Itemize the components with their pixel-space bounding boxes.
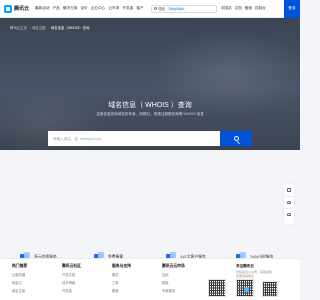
nav-item-docs[interactable]: 文档 <box>235 6 242 11</box>
hero-banner: 腾讯云主页 › 域名注册 › 域名信息（WHOIS）查询 域名信息（ WHOIS… <box>0 18 300 150</box>
nav-item-pricing[interactable]: 定价 <box>81 6 88 11</box>
page-subtitle: 注册信息查询域名所有者、到期日、资源注册服务商等 WHOIS 信息 <box>96 112 204 116</box>
nav-item-solutions[interactable]: 解决方案 <box>63 6 77 11</box>
breadcrumb-home[interactable]: 腾讯云主页 <box>10 25 27 30</box>
domain-input[interactable] <box>48 131 220 146</box>
nav-item-enterprise[interactable]: 企业中心 <box>91 6 105 11</box>
footer-column-head: 服务与支持 <box>112 264 131 268</box>
arrow-up-icon <box>287 213 291 216</box>
nav-item-activities[interactable]: 最新活动 <box>35 6 49 11</box>
search-hint-tag[interactable]: DeepSeek <box>168 6 185 11</box>
back-to-top-button[interactable] <box>284 208 294 220</box>
nav-item-developers[interactable]: 开发者 <box>122 6 133 11</box>
breadcrumb-domain[interactable]: 域名注册 <box>32 25 46 30</box>
footer-column-head: 热门推荐 <box>12 264 28 268</box>
qr-title: 关注腾讯云 <box>236 264 254 268</box>
floating-toolbar <box>284 184 294 224</box>
page-title: 域名信息（ WHOIS ）查询 <box>108 102 192 109</box>
footer-link[interactable]: 技术博客 <box>62 280 81 285</box>
logo[interactable]: 腾讯云 <box>4 4 30 13</box>
nav-item-region[interactable]: 中国站 <box>221 6 232 11</box>
footer-link[interactable]: 域名注册 <box>12 288 27 293</box>
nav-item-beian[interactable]: 备案 <box>245 6 252 11</box>
breadcrumb-separator-icon: › <box>28 25 31 30</box>
search-icon <box>233 136 239 141</box>
headset-icon <box>287 201 291 204</box>
feedback-button[interactable] <box>284 196 294 208</box>
nav-item-console[interactable]: 控制台 <box>255 6 266 11</box>
footer-link[interactable]: 应用 <box>162 272 185 277</box>
top-nav: 腾讯云 最新活动 产品 解决方案 定价 企业中心 云市场 开发者 客户 搜索 D… <box>0 0 300 18</box>
footer-column: 热门推荐 云服务器 轻量云 域名注册 <box>12 264 27 296</box>
qr-logo-icon <box>243 286 249 292</box>
qr-description-2: 优惠活动信息 <box>236 274 255 278</box>
footer-link[interactable]: 工单 <box>112 280 131 285</box>
footer-link[interactable]: 专家服务 <box>162 288 185 293</box>
logo-text: 腾讯云 <box>14 6 30 12</box>
footer-link[interactable]: 备案 <box>112 288 131 293</box>
chat-icon <box>287 188 291 192</box>
footer-link[interactable]: 开发者 <box>62 288 81 293</box>
qr-code-icon <box>262 281 278 297</box>
nav-item-marketplace[interactable]: 云市场 <box>108 6 119 11</box>
whois-query-bar <box>48 131 252 146</box>
nav-item-products[interactable]: 产品 <box>53 6 60 11</box>
footer-column-head: 腾讯云社区 <box>62 264 81 268</box>
site-search[interactable]: 搜索 DeepSeek <box>150 4 217 13</box>
main-nav: 最新活动 产品 解决方案 定价 企业中心 云市场 开发者 客户 <box>35 6 147 11</box>
footer: 热门推荐 云服务器 轻量云 域名注册 腾讯云社区 产品文档 技术博客 开发者 服… <box>0 258 300 300</box>
qr-code-icon <box>208 279 226 297</box>
breadcrumb: 腾讯云主页 › 域名注册 › 域名信息（WHOIS）查询 <box>10 25 90 31</box>
footer-column-head: 腾讯云云市场 <box>162 264 185 268</box>
footer-link[interactable]: 产品文档 <box>62 272 81 277</box>
footer-link[interactable]: 轻量云 <box>12 280 27 285</box>
search-label: 搜索 <box>158 7 166 11</box>
login-button[interactable]: 登录 <box>284 0 300 18</box>
cloud-logo-icon <box>4 4 12 13</box>
footer-link[interactable]: 服务 <box>112 272 131 277</box>
query-button[interactable] <box>220 131 252 146</box>
qr-code-icon <box>236 279 254 297</box>
nav-item-customers[interactable]: 客户 <box>136 6 143 11</box>
footer-link[interactable]: 镜像 <box>162 280 185 285</box>
breadcrumb-separator-icon: › <box>47 25 49 30</box>
footer-column: 服务与支持 服务 工单 备案 <box>112 264 131 296</box>
footer-column: 腾讯云社区 产品文档 技术博客 开发者 <box>62 264 81 296</box>
breadcrumb-current: 域名信息（WHOIS）查询 <box>50 26 90 30</box>
footer-column: 腾讯云云市场 应用 镜像 专家服务 <box>162 264 185 296</box>
nav-right: 中国站 文档 备案 控制台 <box>221 6 269 11</box>
footer-link[interactable]: 云服务器 <box>12 272 27 277</box>
search-icon <box>153 7 157 10</box>
contact-button[interactable] <box>284 184 294 196</box>
